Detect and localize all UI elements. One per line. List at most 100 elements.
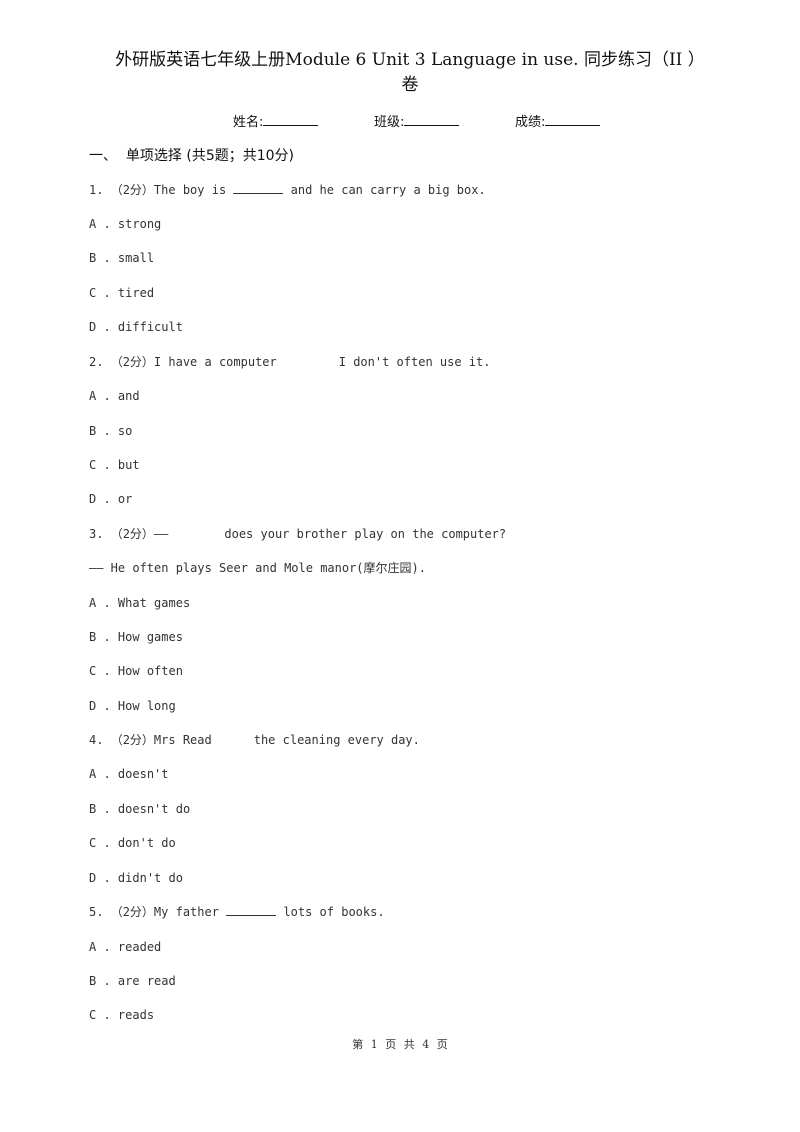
option-letter: D . [89,871,111,885]
option-text: but [117,458,140,472]
option-letter: C . [89,664,111,678]
score-label: 成绩: [515,115,546,130]
question-points: （2分） [110,733,154,747]
option-text: What games [117,596,191,610]
document-title: 外研版英语七年级上册Module 6 Unit 3 Language in us… [80,48,740,98]
name-blank[interactable] [263,112,319,126]
option-letter: B . [89,424,111,438]
section-title: 单项选择 [125,148,182,164]
stem-text-after: lots of books. [283,905,385,919]
option-text: How games [117,630,183,644]
option-letter: D . [89,699,111,713]
option-text: and [117,389,140,403]
option-c[interactable]: C . How often [89,664,183,678]
class-field: 班级: [374,111,460,130]
option-letter: A . [89,940,111,954]
option-b[interactable]: B . so [89,424,132,438]
stem-text-before: Mrs Read [153,733,212,747]
option-d[interactable]: D . How long [89,699,176,713]
option-text: readed [117,940,162,954]
question-number: 5. [89,905,104,919]
option-text: difficult [117,320,183,334]
option-a[interactable]: A . doesn't [89,767,169,781]
option-letter: C . [89,836,111,850]
option-text: don't do [117,836,176,850]
stem-text-after: and he can carry a big box. [290,183,486,197]
question-points: （2分） [110,527,154,541]
question-reply-line: —— He often plays Seer and Mole manor(摩尔… [89,561,426,575]
option-letter: C . [89,458,111,472]
stem-text-before: My father [153,905,219,919]
option-b[interactable]: B . How games [89,630,183,644]
option-letter: A . [89,217,111,231]
question-stem: 5. （2分）My father lots of books. [89,903,385,920]
question-stem: 4. （2分）Mrs Read the cleaning every day. [89,731,420,748]
section-summary: (共5题；共10分) [186,148,295,164]
name-field: 姓名: [233,111,319,130]
option-text: doesn't do [117,802,191,816]
option-text: reads [117,1008,155,1022]
answer-blank [226,903,277,916]
question-points: （2分） [110,905,154,919]
option-c[interactable]: C . reads [89,1008,154,1022]
option-text: small [117,251,155,265]
option-text: How often [117,664,183,678]
page-footer: 第 1 页 共 4 页 [352,1038,448,1051]
option-text: strong [117,217,162,231]
stem-text-before: —— [153,527,169,541]
class-blank[interactable] [404,112,460,126]
option-letter: D . [89,320,111,334]
title-line-2: 卷 [401,75,419,95]
question-points: （2分） [110,183,154,197]
option-letter: B . [89,630,111,644]
question-number: 1. [89,183,104,197]
option-a[interactable]: A . and [89,389,140,403]
option-text: so [117,424,133,438]
option-b[interactable]: B . are read [89,974,176,988]
class-label: 班级: [374,115,405,130]
question-number: 2. [89,355,104,369]
option-text: didn't do [117,871,183,885]
stem-text-after: does your brother play on the computer? [224,527,507,541]
name-label: 姓名: [233,115,264,130]
option-b[interactable]: B . small [89,251,154,265]
stem-text-after: I don't often use it. [338,355,491,369]
section-heading: 一、 单项选择 (共5题；共10分) [89,145,294,165]
option-d[interactable]: D . difficult [89,320,183,334]
stem-text-before: I have a computer [153,355,277,369]
option-text: are read [117,974,176,988]
option-a[interactable]: A . readed [89,940,161,954]
option-b[interactable]: B . doesn't do [89,802,190,816]
option-letter: B . [89,802,111,816]
option-letter: A . [89,596,111,610]
stem-text-after: the cleaning every day. [253,733,420,747]
option-letter: C . [89,286,111,300]
stem-text-before: The boy is [153,183,227,197]
section-number: 一、 [89,148,117,164]
option-letter: B . [89,251,111,265]
option-c[interactable]: C . but [89,458,140,472]
score-field: 成绩: [515,111,601,130]
option-letter: B . [89,974,111,988]
question-number: 3. [89,527,104,541]
option-letter: A . [89,389,111,403]
option-letter: A . [89,767,111,781]
question-stem: 3. （2分）—— does your brother play on the c… [89,525,506,542]
answer-blank [233,181,284,194]
option-letter: D . [89,492,111,506]
option-a[interactable]: A . What games [89,596,190,610]
question-stem: 1. （2分）The boy is and he can carry a big… [89,181,486,198]
option-d[interactable]: D . didn't do [89,871,183,885]
question-number: 4. [89,733,104,747]
option-c[interactable]: C . don't do [89,836,176,850]
option-d[interactable]: D . or [89,492,132,506]
title-line-1: 外研版英语七年级上册Module 6 Unit 3 Language in us… [115,50,705,70]
option-a[interactable]: A . strong [89,217,161,231]
option-letter: C . [89,1008,111,1022]
option-text: doesn't [117,767,169,781]
score-blank[interactable] [545,112,601,126]
question-stem: 2. （2分）I have a computer I don't often us… [89,353,490,370]
option-text: tired [117,286,155,300]
option-c[interactable]: C . tired [89,286,154,300]
option-text: or [117,492,133,506]
